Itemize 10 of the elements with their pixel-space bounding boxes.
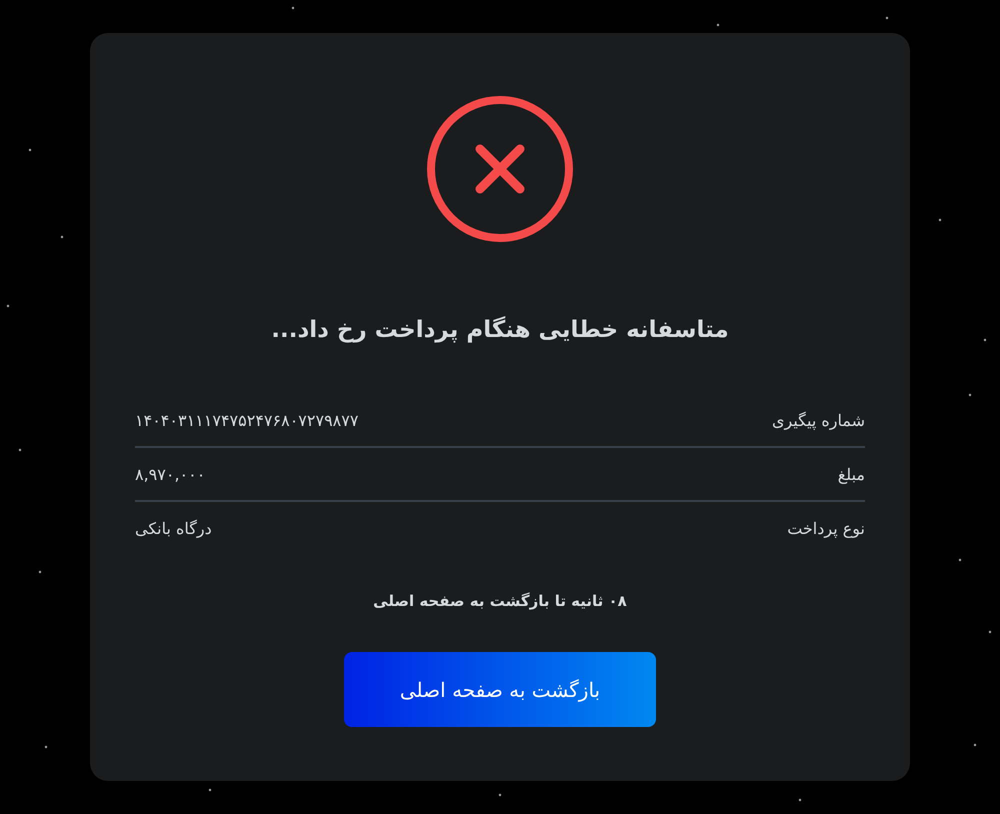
back-home-button[interactable]: بازگشت به صفحه اصلی — [344, 652, 656, 727]
detail-value: ۱۴۰۴۰۳۱۱۱۷۴۷۵۲۴۷۶۸۰۷۲۷۹۸۷۷ — [135, 410, 358, 430]
detail-label: نوع پرداخت — [787, 518, 865, 538]
detail-label: مبلغ — [838, 464, 865, 484]
error-icon — [425, 94, 575, 244]
detail-value: ۸,۹۷۰,۰۰۰ — [135, 464, 206, 484]
error-title: متاسفانه خطایی هنگام پرداخت رخ داد... — [271, 315, 729, 345]
detail-value: درگاه بانکی — [135, 518, 212, 538]
countdown-text: ۰۸ ثانیه تا بازگشت به صفحه اصلی — [373, 592, 627, 610]
detail-label: شماره پیگیری — [772, 410, 865, 430]
